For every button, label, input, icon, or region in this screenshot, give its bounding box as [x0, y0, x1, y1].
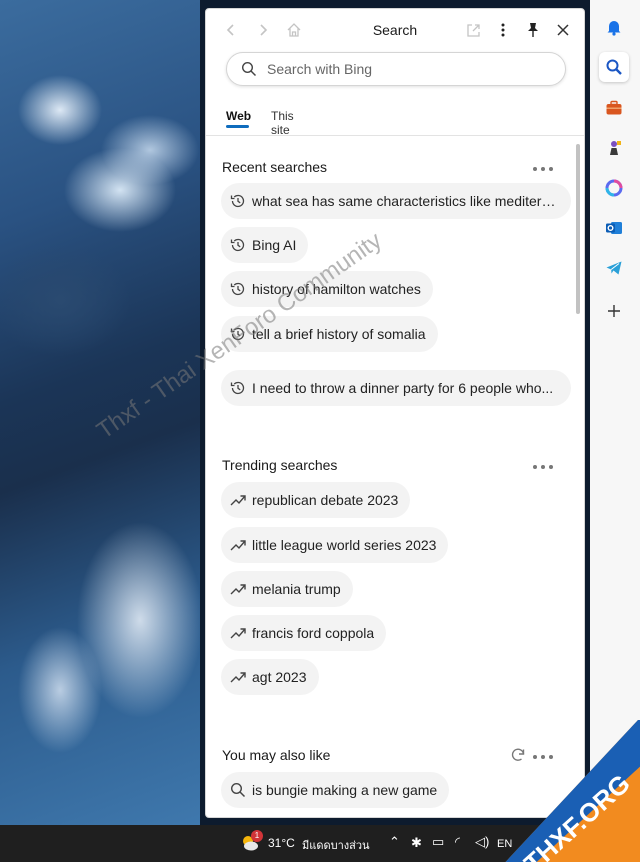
temperature[interactable]: 31°C	[268, 836, 295, 850]
search-icon[interactable]	[599, 52, 629, 82]
clock-date[interactable]: 23/2023	[543, 845, 583, 857]
history-icon	[230, 194, 245, 208]
volume-icon[interactable]: ◁)	[475, 834, 489, 850]
recent-search-label: history of hamilton watches	[252, 281, 421, 297]
trending-search-item[interactable]: little league world series 2023	[221, 527, 449, 563]
trending-icon	[230, 672, 246, 683]
history-icon	[230, 238, 245, 252]
trending-search-item[interactable]: melania trump	[221, 571, 353, 607]
recent-search-item[interactable]: Bing AI	[221, 227, 309, 263]
recent-searches-title: Recent searches	[222, 159, 328, 175]
trending-search-item[interactable]: francis ford coppola	[221, 615, 387, 651]
copilot-icon[interactable]	[599, 173, 629, 203]
results-content: Recent searches what sea has same charac…	[206, 136, 584, 818]
weather-icon[interactable]: 1	[240, 830, 263, 853]
telegram-icon[interactable]	[599, 253, 629, 283]
trending-icon	[230, 628, 246, 639]
search-pane: Search Web This site Recent searches	[205, 8, 585, 818]
tab-web[interactable]: Web	[226, 109, 252, 128]
home-icon[interactable]	[283, 19, 305, 41]
trending-icon	[230, 540, 246, 551]
search-box[interactable]	[226, 52, 566, 86]
notification-icon[interactable]: ▤	[603, 835, 616, 852]
open-in-new-tab-icon[interactable]	[462, 19, 484, 41]
pane-header: Search	[206, 9, 584, 51]
weather-badge: 1	[251, 830, 263, 842]
desktop-wallpaper	[0, 0, 200, 825]
more-options-icon[interactable]	[492, 19, 514, 41]
close-sidebar-icon[interactable]	[603, 795, 623, 815]
add-icon[interactable]	[599, 296, 629, 326]
trending-search-label: republican debate 2023	[252, 492, 399, 508]
bell-icon[interactable]	[599, 12, 629, 42]
also-like-title: You may also like	[222, 747, 331, 763]
recent-search-item[interactable]: history of hamilton watches	[221, 271, 433, 307]
trending-icon	[230, 495, 246, 506]
pin-icon[interactable]	[522, 19, 544, 41]
trending-search-label: francis ford coppola	[252, 625, 375, 641]
tab-web-label: Web	[226, 109, 252, 123]
briefcase-icon[interactable]	[599, 93, 629, 123]
close-icon[interactable]	[552, 19, 574, 41]
history-icon	[230, 381, 245, 395]
chess-icon[interactable]	[599, 133, 629, 163]
wifi-icon[interactable]: ◜	[455, 834, 460, 850]
outlook-icon[interactable]	[599, 213, 629, 243]
clock-time[interactable]: AM	[564, 828, 581, 840]
taskbar: 1 31°C มีแดดบางส่วน ⌃ ✱ ▭ ◜ ◁) EN AM 23/…	[0, 825, 640, 862]
trending-search-label: melania trump	[252, 581, 341, 597]
refresh-icon[interactable]	[509, 746, 527, 764]
recent-search-item[interactable]: I need to throw a dinner party for 6 peo…	[221, 370, 571, 406]
trending-more-icon[interactable]	[533, 462, 553, 472]
tab-this-site-label: This site	[271, 109, 294, 137]
language-indicator[interactable]: EN	[497, 838, 512, 850]
recent-search-label: I need to throw a dinner party for 6 peo…	[252, 380, 554, 396]
network-icon[interactable]: ✱	[411, 835, 422, 851]
trending-search-item[interactable]: agt 2023	[221, 659, 319, 695]
also-like-item[interactable]: is bungie making a new game	[221, 772, 450, 808]
history-icon	[230, 282, 245, 296]
also-like-more-icon[interactable]	[533, 752, 553, 762]
history-icon	[230, 327, 245, 341]
active-tab-indicator	[226, 125, 249, 128]
trending-search-label: little league world series 2023	[252, 537, 437, 553]
edge-sidebar	[590, 0, 640, 825]
recent-search-label: tell a brief history of somalia	[252, 326, 426, 342]
recent-search-item[interactable]: tell a brief history of somalia	[221, 316, 438, 352]
trending-searches-title: Trending searches	[222, 457, 338, 473]
also-like-item-partial[interactable]	[221, 817, 346, 818]
chevron-up-icon[interactable]: ⌃	[389, 834, 400, 850]
also-like-label: is bungie making a new game	[252, 782, 438, 798]
tab-this-site[interactable]: This site	[271, 109, 294, 137]
trending-search-label: agt 2023	[252, 669, 307, 685]
recent-more-icon[interactable]	[533, 164, 553, 174]
forward-icon[interactable]	[252, 19, 274, 41]
recent-search-item[interactable]: what sea has same characteristics like m…	[221, 183, 571, 219]
search-input[interactable]	[267, 59, 547, 79]
trending-search-item[interactable]: republican debate 2023	[221, 482, 411, 518]
scrollbar-thumb[interactable]	[576, 144, 580, 314]
search-icon	[241, 61, 257, 77]
weather-text[interactable]: มีแดดบางส่วน	[302, 836, 370, 854]
search-icon	[230, 782, 246, 798]
recent-search-label: what sea has same characteristics like m…	[252, 193, 559, 209]
back-icon[interactable]	[220, 19, 242, 41]
recent-search-label: Bing AI	[252, 237, 297, 253]
battery-icon[interactable]: ▭	[432, 834, 444, 850]
trending-icon	[230, 584, 246, 595]
